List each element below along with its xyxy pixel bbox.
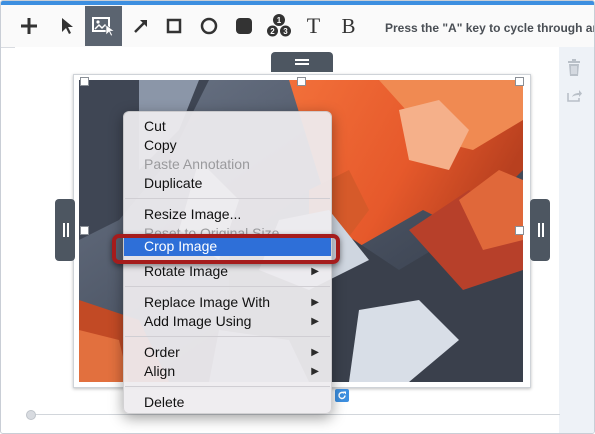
menu-separator <box>125 336 330 337</box>
step-number-3: 3 <box>283 27 288 36</box>
diagonal-arrow-icon <box>133 20 147 33</box>
submenu-arrow-icon: ▶ <box>311 366 319 377</box>
arrow-tool-button[interactable] <box>122 6 159 46</box>
menu-item-add-image-using[interactable]: Add Image Using <box>144 313 251 330</box>
circle-icon <box>200 17 217 35</box>
menu-item-resize-image[interactable]: Resize Image... <box>144 206 241 223</box>
move-handle-top[interactable] <box>271 52 333 72</box>
numbered-steps-tool-button[interactable]: 1 2 3 <box>260 6 297 46</box>
zoom-slider-knob[interactable] <box>26 410 36 420</box>
zoom-slider-track[interactable] <box>30 414 560 415</box>
add-tool-button[interactable] <box>10 6 47 46</box>
export-icon[interactable] <box>567 89 582 102</box>
arrow-pointer-icon <box>61 18 73 34</box>
resize-handle-right[interactable] <box>515 226 524 235</box>
menu-separator <box>125 198 330 199</box>
resize-handle-left[interactable] <box>80 226 89 235</box>
bold-text-tool-button[interactable]: B <box>330 6 367 46</box>
submenu-arrow-icon: ▶ <box>311 347 319 358</box>
menu-item-replace-image-with[interactable]: Replace Image With <box>144 294 270 311</box>
menu-item-duplicate[interactable]: Duplicate <box>144 175 202 192</box>
rotate-icon <box>338 391 346 400</box>
menu-item-align[interactable]: Align <box>144 363 175 380</box>
menu-separator <box>125 286 330 287</box>
keyboard-hint-text: Press the "A" key to cycle through anno <box>385 21 595 35</box>
drag-lines-icon <box>295 59 309 65</box>
rectangle-tool-button[interactable] <box>155 6 192 46</box>
image-cursor-icon <box>91 17 115 37</box>
select-tool-button[interactable] <box>48 6 85 46</box>
toolbar: 1 2 3 T B Press the "A" key to cycle thr… <box>1 5 594 48</box>
image-tool-button[interactable] <box>85 6 122 46</box>
submenu-arrow-icon: ▶ <box>311 266 319 277</box>
numbered-circles-icon: 1 2 3 <box>265 14 292 38</box>
plus-icon <box>20 18 37 34</box>
rounded-rect-tool-button[interactable] <box>225 6 262 46</box>
menu-item-order[interactable]: Order <box>144 344 180 361</box>
trash-icon[interactable] <box>567 59 581 76</box>
menu-separator <box>125 386 330 387</box>
step-number-2: 2 <box>270 27 275 36</box>
menu-item-copy[interactable]: Copy <box>144 137 177 154</box>
menu-item-rotate-image[interactable]: Rotate Image <box>144 263 228 280</box>
resize-handle-top-left[interactable] <box>80 77 89 86</box>
submenu-arrow-icon: ▶ <box>311 297 319 308</box>
square-icon <box>166 18 181 34</box>
move-handle-right[interactable] <box>530 199 550 261</box>
ellipse-tool-button[interactable] <box>190 6 227 46</box>
crop-image-callout-box <box>112 234 340 264</box>
resize-handle-top-right[interactable] <box>515 77 524 86</box>
move-handle-left[interactable] <box>55 199 75 261</box>
filled-rounded-square-icon <box>235 18 252 34</box>
menu-item-delete[interactable]: Delete <box>144 394 184 411</box>
menu-item-cut[interactable]: Cut <box>144 118 166 135</box>
right-action-panel <box>559 47 594 433</box>
submenu-arrow-icon: ▶ <box>311 316 319 327</box>
step-number-1: 1 <box>276 16 281 25</box>
text-tool-button[interactable]: T <box>295 6 332 46</box>
rotate-button[interactable] <box>335 389 349 402</box>
menu-item-paste-annotation: Paste Annotation <box>144 156 250 172</box>
resize-handle-top-center[interactable] <box>297 77 306 86</box>
